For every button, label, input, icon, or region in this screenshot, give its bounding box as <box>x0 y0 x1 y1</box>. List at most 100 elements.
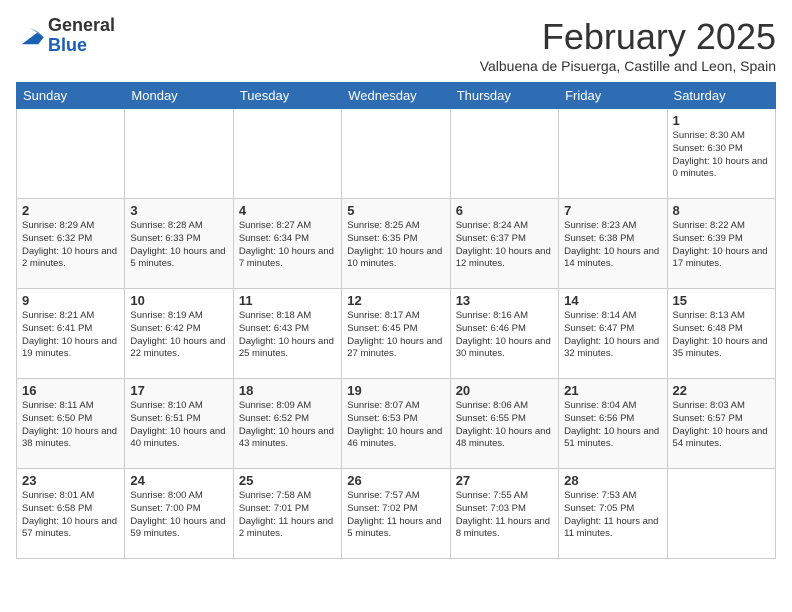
calendar-cell: 16 Sunrise: 8:11 AM Sunset: 6:50 PM Dayli… <box>17 379 125 469</box>
logo-general-text: General <box>48 16 115 36</box>
day-number: 12 <box>347 293 444 308</box>
calendar-cell: 6 Sunrise: 8:24 AM Sunset: 6:37 PM Daylig… <box>450 199 558 289</box>
day-info: Sunrise: 8:22 AM Sunset: 6:39 PM Dayligh… <box>673 220 770 271</box>
calendar-cell <box>125 109 233 199</box>
calendar-week-row: 23 Sunrise: 8:01 AM Sunset: 6:58 PM Dayli… <box>17 469 776 559</box>
day-info: Sunrise: 8:28 AM Sunset: 6:33 PM Dayligh… <box>130 220 227 271</box>
calendar-week-row: 16 Sunrise: 8:11 AM Sunset: 6:50 PM Dayli… <box>17 379 776 469</box>
day-info: Sunrise: 8:21 AM Sunset: 6:41 PM Dayligh… <box>22 310 119 361</box>
day-number: 26 <box>347 473 444 488</box>
calendar-cell: 27 Sunrise: 7:55 AM Sunset: 7:03 PM Dayli… <box>450 469 558 559</box>
day-number: 4 <box>239 203 336 218</box>
day-info: Sunrise: 8:24 AM Sunset: 6:37 PM Dayligh… <box>456 220 553 271</box>
calendar-cell: 21 Sunrise: 8:04 AM Sunset: 6:56 PM Dayli… <box>559 379 667 469</box>
day-info: Sunrise: 7:57 AM Sunset: 7:02 PM Dayligh… <box>347 490 444 541</box>
day-info: Sunrise: 8:07 AM Sunset: 6:53 PM Dayligh… <box>347 400 444 451</box>
page-header: General Blue February 2025 Valbuena de P… <box>16 16 776 74</box>
day-number: 6 <box>456 203 553 218</box>
calendar-cell <box>233 109 341 199</box>
calendar-cell: 8Sunrise: 8:22 AM Sunset: 6:39 PM Daylig… <box>667 199 775 289</box>
calendar-cell: 15 Sunrise: 8:13 AM Sunset: 6:48 PM Dayli… <box>667 289 775 379</box>
day-number: 17 <box>130 383 227 398</box>
day-number: 18 <box>239 383 336 398</box>
col-header-monday: Monday <box>125 83 233 109</box>
day-info: Sunrise: 8:00 AM Sunset: 7:00 PM Dayligh… <box>130 490 227 541</box>
day-number: 19 <box>347 383 444 398</box>
calendar-cell: 3 Sunrise: 8:28 AM Sunset: 6:33 PM Daylig… <box>125 199 233 289</box>
calendar-cell: 11 Sunrise: 8:18 AM Sunset: 6:43 PM Dayli… <box>233 289 341 379</box>
day-info: Sunrise: 8:04 AM Sunset: 6:56 PM Dayligh… <box>564 400 661 451</box>
day-number: 28 <box>564 473 661 488</box>
col-header-wednesday: Wednesday <box>342 83 450 109</box>
day-number: 24 <box>130 473 227 488</box>
calendar-cell: 23 Sunrise: 8:01 AM Sunset: 6:58 PM Dayli… <box>17 469 125 559</box>
day-info: Sunrise: 8:14 AM Sunset: 6:47 PM Dayligh… <box>564 310 661 361</box>
day-info: Sunrise: 8:29 AM Sunset: 6:32 PM Dayligh… <box>22 220 119 271</box>
day-info: Sunrise: 8:18 AM Sunset: 6:43 PM Dayligh… <box>239 310 336 361</box>
day-info: Sunrise: 8:03 AM Sunset: 6:57 PM Dayligh… <box>673 400 770 451</box>
calendar-cell <box>667 469 775 559</box>
day-number: 15 <box>673 293 770 308</box>
day-info: Sunrise: 8:13 AM Sunset: 6:48 PM Dayligh… <box>673 310 770 361</box>
day-info: Sunrise: 8:23 AM Sunset: 6:38 PM Dayligh… <box>564 220 661 271</box>
day-number: 20 <box>456 383 553 398</box>
logo: General Blue <box>16 16 115 56</box>
col-header-friday: Friday <box>559 83 667 109</box>
col-header-sunday: Sunday <box>17 83 125 109</box>
day-info: Sunrise: 8:30 AM Sunset: 6:30 PM Dayligh… <box>673 130 770 181</box>
calendar-cell: 2 Sunrise: 8:29 AM Sunset: 6:32 PM Daylig… <box>17 199 125 289</box>
calendar-cell: 1 Sunrise: 8:30 AM Sunset: 6:30 PM Daylig… <box>667 109 775 199</box>
col-header-tuesday: Tuesday <box>233 83 341 109</box>
day-number: 22 <box>673 383 770 398</box>
calendar-cell: 26 Sunrise: 7:57 AM Sunset: 7:02 PM Dayli… <box>342 469 450 559</box>
day-number: 7 <box>564 203 661 218</box>
day-number: 13 <box>456 293 553 308</box>
calendar-cell: 9 Sunrise: 8:21 AM Sunset: 6:41 PM Daylig… <box>17 289 125 379</box>
calendar-cell <box>342 109 450 199</box>
day-number: 10 <box>130 293 227 308</box>
day-number: 27 <box>456 473 553 488</box>
calendar-cell: 12 Sunrise: 8:17 AM Sunset: 6:45 PM Dayli… <box>342 289 450 379</box>
day-info: Sunrise: 8:25 AM Sunset: 6:35 PM Dayligh… <box>347 220 444 271</box>
day-number: 5 <box>347 203 444 218</box>
calendar-week-row: 1 Sunrise: 8:30 AM Sunset: 6:30 PM Daylig… <box>17 109 776 199</box>
calendar-cell: 22 Sunrise: 8:03 AM Sunset: 6:57 PM Dayli… <box>667 379 775 469</box>
calendar-cell: 7 Sunrise: 8:23 AM Sunset: 6:38 PM Daylig… <box>559 199 667 289</box>
logo-icon <box>16 25 44 47</box>
day-info: Sunrise: 7:55 AM Sunset: 7:03 PM Dayligh… <box>456 490 553 541</box>
calendar-cell <box>559 109 667 199</box>
calendar-cell: 20 Sunrise: 8:06 AM Sunset: 6:55 PM Dayli… <box>450 379 558 469</box>
day-info: Sunrise: 8:06 AM Sunset: 6:55 PM Dayligh… <box>456 400 553 451</box>
calendar-cell: 18 Sunrise: 8:09 AM Sunset: 6:52 PM Dayli… <box>233 379 341 469</box>
day-number: 2 <box>22 203 119 218</box>
calendar-cell: 13Sunrise: 8:16 AM Sunset: 6:46 PM Dayli… <box>450 289 558 379</box>
month-title: February 2025 <box>480 16 776 58</box>
day-number: 23 <box>22 473 119 488</box>
calendar-cell: 19 Sunrise: 8:07 AM Sunset: 6:53 PM Dayli… <box>342 379 450 469</box>
day-info: Sunrise: 8:17 AM Sunset: 6:45 PM Dayligh… <box>347 310 444 361</box>
calendar-cell: 4Sunrise: 8:27 AM Sunset: 6:34 PM Daylig… <box>233 199 341 289</box>
day-number: 3 <box>130 203 227 218</box>
col-header-thursday: Thursday <box>450 83 558 109</box>
day-info: Sunrise: 8:19 AM Sunset: 6:42 PM Dayligh… <box>130 310 227 361</box>
day-number: 16 <box>22 383 119 398</box>
location-subtitle: Valbuena de Pisuerga, Castille and Leon,… <box>480 58 776 74</box>
day-number: 11 <box>239 293 336 308</box>
day-number: 21 <box>564 383 661 398</box>
calendar-cell: 24 Sunrise: 8:00 AM Sunset: 7:00 PM Dayli… <box>125 469 233 559</box>
calendar-cell: 5 Sunrise: 8:25 AM Sunset: 6:35 PM Daylig… <box>342 199 450 289</box>
title-block: February 2025 Valbuena de Pisuerga, Cast… <box>480 16 776 74</box>
day-number: 1 <box>673 113 770 128</box>
day-info: Sunrise: 8:11 AM Sunset: 6:50 PM Dayligh… <box>22 400 119 451</box>
calendar-cell: 17 Sunrise: 8:10 AM Sunset: 6:51 PM Dayli… <box>125 379 233 469</box>
day-info: Sunrise: 8:10 AM Sunset: 6:51 PM Dayligh… <box>130 400 227 451</box>
calendar-cell <box>450 109 558 199</box>
calendar-cell: 10 Sunrise: 8:19 AM Sunset: 6:42 PM Dayli… <box>125 289 233 379</box>
day-info: Sunrise: 7:58 AM Sunset: 7:01 PM Dayligh… <box>239 490 336 541</box>
day-number: 9 <box>22 293 119 308</box>
day-info: Sunrise: 7:53 AM Sunset: 7:05 PM Dayligh… <box>564 490 661 541</box>
day-info: Sunrise: 8:09 AM Sunset: 6:52 PM Dayligh… <box>239 400 336 451</box>
day-info: Sunrise: 8:01 AM Sunset: 6:58 PM Dayligh… <box>22 490 119 541</box>
calendar-cell <box>17 109 125 199</box>
calendar-cell: 14Sunrise: 8:14 AM Sunset: 6:47 PM Dayli… <box>559 289 667 379</box>
